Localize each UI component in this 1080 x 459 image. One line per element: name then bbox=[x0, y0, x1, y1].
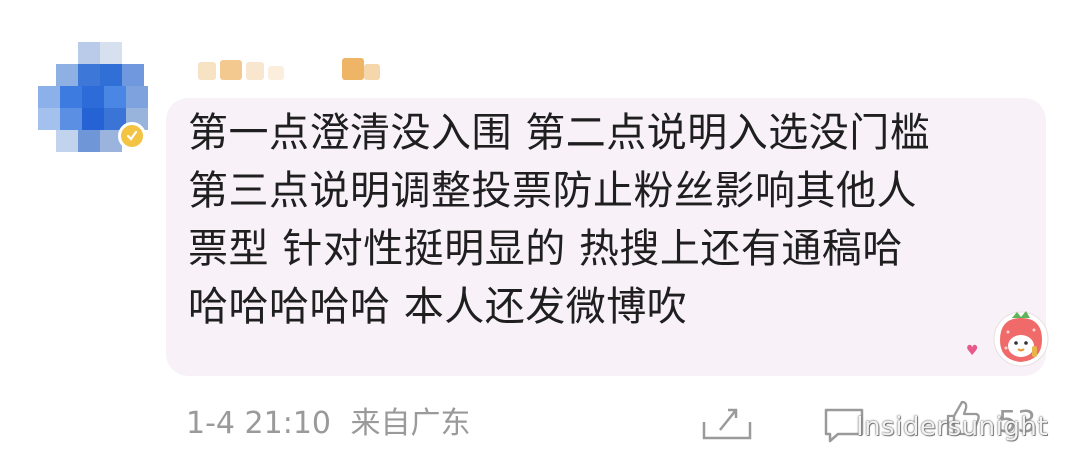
comment-time: 1-4 21:10 bbox=[186, 406, 331, 441]
comment-line: 票型 针对性挺明显的 热搜上还有通稿哈 bbox=[188, 226, 903, 272]
comment-line: 第一点澄清没入围 第二点说明入选没门槛 bbox=[188, 110, 931, 156]
comment-line: 哈哈哈哈哈 本人还发微博吹 bbox=[188, 284, 688, 330]
comment-text: 第一点澄清没入围 第二点说明入选没门槛 第三点说明调整投票防止粉丝影响其他人 票… bbox=[188, 104, 1008, 336]
verified-badge-icon bbox=[118, 122, 146, 150]
username-blurred[interactable] bbox=[198, 56, 388, 86]
reply-icon[interactable] bbox=[700, 402, 754, 442]
strawberry-sticker-icon bbox=[990, 306, 1052, 368]
comment-meta: 1-4 21:10 来自广东 bbox=[186, 406, 471, 442]
watermark: Insidersunight bbox=[856, 412, 1049, 442]
comment-location: 来自广东 bbox=[350, 406, 471, 441]
comment-card: 第一点澄清没入围 第二点说明入选没门槛 第三点说明调整投票防止粉丝影响其他人 票… bbox=[0, 0, 1080, 459]
heart-icon: ♥ bbox=[966, 343, 979, 359]
comment-line: 第三点说明调整投票防止粉丝影响其他人 bbox=[188, 168, 917, 214]
